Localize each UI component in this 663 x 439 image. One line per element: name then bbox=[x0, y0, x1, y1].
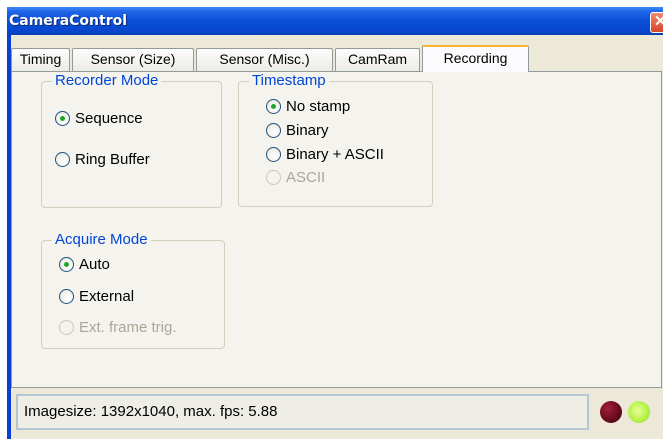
radio-circle-icon bbox=[55, 152, 70, 167]
client-area: Timing Sensor (Size) Sensor (Misc.) CamR… bbox=[11, 35, 663, 439]
green-led-icon bbox=[628, 401, 650, 423]
window-title: CameraControl bbox=[9, 13, 128, 29]
radio-ascii-label: ASCII bbox=[286, 169, 326, 186]
radio-external-label: External bbox=[79, 288, 135, 305]
tab-recording[interactable]: Recording bbox=[422, 45, 529, 72]
close-button[interactable]: ✕ bbox=[650, 12, 663, 33]
radio-circle-icon bbox=[59, 257, 74, 272]
close-icon: ✕ bbox=[654, 13, 663, 30]
radio-circle-icon bbox=[266, 123, 281, 138]
tab-timing[interactable]: Timing bbox=[11, 48, 70, 71]
title-bar[interactable]: CameraControl ✕ bbox=[7, 7, 663, 35]
radio-binary-label: Binary bbox=[286, 122, 329, 139]
radio-ext-frame-trig-label: Ext. frame trig. bbox=[79, 319, 177, 336]
camera-control-window: CameraControl ✕ Timing Sensor (Size) Sen… bbox=[7, 7, 663, 439]
status-bar: Imagesize: 1392x1040, max. fps: 5.88 bbox=[16, 394, 589, 430]
red-led-icon bbox=[600, 401, 622, 423]
radio-sequence-label: Sequence bbox=[75, 110, 143, 127]
radio-binary-ascii-label: Binary + ASCII bbox=[286, 146, 384, 163]
tab-strip: Timing Sensor (Size) Sensor (Misc.) CamR… bbox=[11, 35, 663, 72]
status-text: Imagesize: 1392x1040, max. fps: 5.88 bbox=[24, 403, 278, 420]
tab-sensor-misc[interactable]: Sensor (Misc.) bbox=[196, 48, 333, 71]
timestamp-group: Timestamp No stamp Binary Binary + ASCII… bbox=[238, 72, 433, 207]
radio-no-stamp-label: No stamp bbox=[286, 98, 351, 115]
radio-dot-icon bbox=[271, 104, 276, 109]
tab-sensor-size[interactable]: Sensor (Size) bbox=[72, 48, 194, 71]
radio-circle-icon bbox=[59, 320, 74, 335]
acquire-mode-group: Acquire Mode Auto External Ext. frame tr… bbox=[41, 231, 225, 349]
radio-circle-icon bbox=[266, 99, 281, 114]
radio-ring-buffer-label: Ring Buffer bbox=[75, 151, 150, 168]
recorder-mode-group: Recorder Mode Sequence Ring Buffer bbox=[41, 72, 222, 208]
radio-dot-icon bbox=[60, 116, 65, 121]
radio-circle-icon bbox=[59, 289, 74, 304]
recording-panel: Recorder Mode Sequence Ring Buffer Times… bbox=[11, 71, 662, 388]
recorder-mode-title: Recorder Mode bbox=[52, 72, 162, 90]
tab-camram[interactable]: CamRam bbox=[335, 48, 420, 71]
radio-circle-icon bbox=[266, 170, 281, 185]
radio-dot-icon bbox=[64, 262, 69, 267]
radio-circle-icon bbox=[55, 111, 70, 126]
acquire-mode-title: Acquire Mode bbox=[52, 231, 151, 249]
radio-circle-icon bbox=[266, 147, 281, 162]
radio-auto-label: Auto bbox=[79, 256, 110, 273]
timestamp-title: Timestamp bbox=[249, 72, 329, 90]
